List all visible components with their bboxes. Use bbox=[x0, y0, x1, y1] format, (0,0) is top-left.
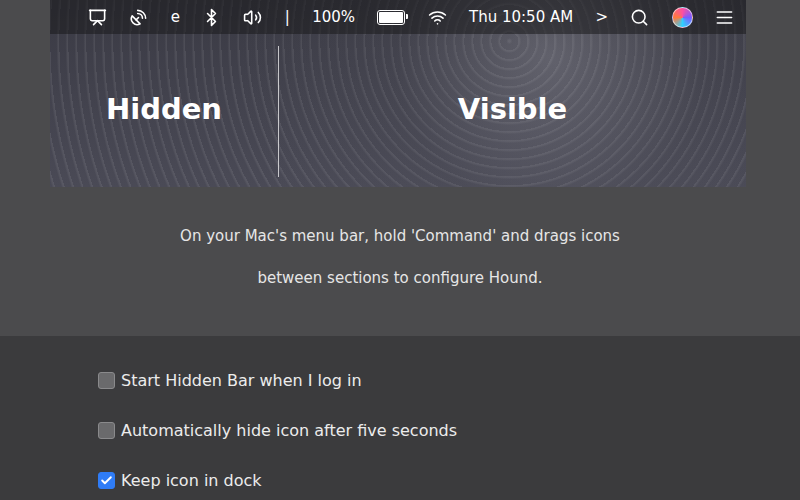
list-icon[interactable] bbox=[715, 8, 734, 27]
hidden-label: Hidden bbox=[106, 92, 222, 126]
hidden-section[interactable]: Hidden bbox=[50, 34, 278, 187]
section-divider bbox=[278, 46, 279, 177]
option-label: Start Hidden Bar when I log in bbox=[121, 371, 362, 390]
option-row[interactable]: Keep icon in dock bbox=[98, 468, 800, 493]
satellite-dish-icon[interactable] bbox=[129, 8, 148, 27]
checkbox[interactable] bbox=[98, 472, 115, 489]
presentation-icon[interactable] bbox=[88, 8, 107, 27]
option-row[interactable]: Start Hidden Bar when I log in bbox=[98, 368, 800, 393]
menu-bar: e | 100% Thu 10:50 AM > bbox=[50, 0, 746, 34]
check-icon bbox=[100, 474, 113, 487]
instructions: On your Mac's menu bar, hold 'Command' a… bbox=[0, 187, 800, 299]
wifi-icon[interactable] bbox=[428, 8, 447, 27]
siri-icon[interactable] bbox=[672, 7, 693, 28]
search-icon[interactable] bbox=[630, 8, 649, 27]
banner: e | 100% Thu 10:50 AM > Hidden Visible bbox=[50, 0, 746, 187]
menu-bar-text[interactable]: > bbox=[595, 8, 608, 26]
instruction-line: On your Mac's menu bar, hold 'Command' a… bbox=[180, 215, 620, 257]
menu-bar-text[interactable]: 100% bbox=[312, 8, 355, 26]
visible-section[interactable]: Visible bbox=[279, 34, 746, 187]
hidden-bar-preferences: e | 100% Thu 10:50 AM > Hidden Visible On your … bbox=[0, 0, 800, 500]
option-row[interactable]: Automatically hide icon after five secon… bbox=[98, 418, 800, 443]
top-section: e | 100% Thu 10:50 AM > Hidden Visible On your … bbox=[0, 0, 800, 336]
checkbox[interactable] bbox=[98, 372, 115, 389]
instruction-line: between sections to configure Hound. bbox=[257, 257, 542, 299]
checkbox[interactable] bbox=[98, 422, 115, 439]
menu-bar-text[interactable]: e bbox=[171, 8, 180, 26]
option-label: Keep icon in dock bbox=[121, 471, 262, 490]
menu-bar-text[interactable]: | bbox=[285, 8, 290, 26]
menu-bar-text[interactable]: Thu 10:50 AM bbox=[469, 8, 573, 26]
visible-label: Visible bbox=[458, 92, 567, 126]
option-label: Automatically hide icon after five secon… bbox=[121, 421, 457, 440]
sections: Hidden Visible bbox=[50, 34, 746, 187]
volume-icon[interactable] bbox=[243, 8, 262, 27]
options-panel: Start Hidden Bar when I log in Automatica… bbox=[0, 336, 800, 500]
battery-icon[interactable] bbox=[377, 10, 405, 25]
bluetooth-icon[interactable] bbox=[202, 8, 221, 27]
